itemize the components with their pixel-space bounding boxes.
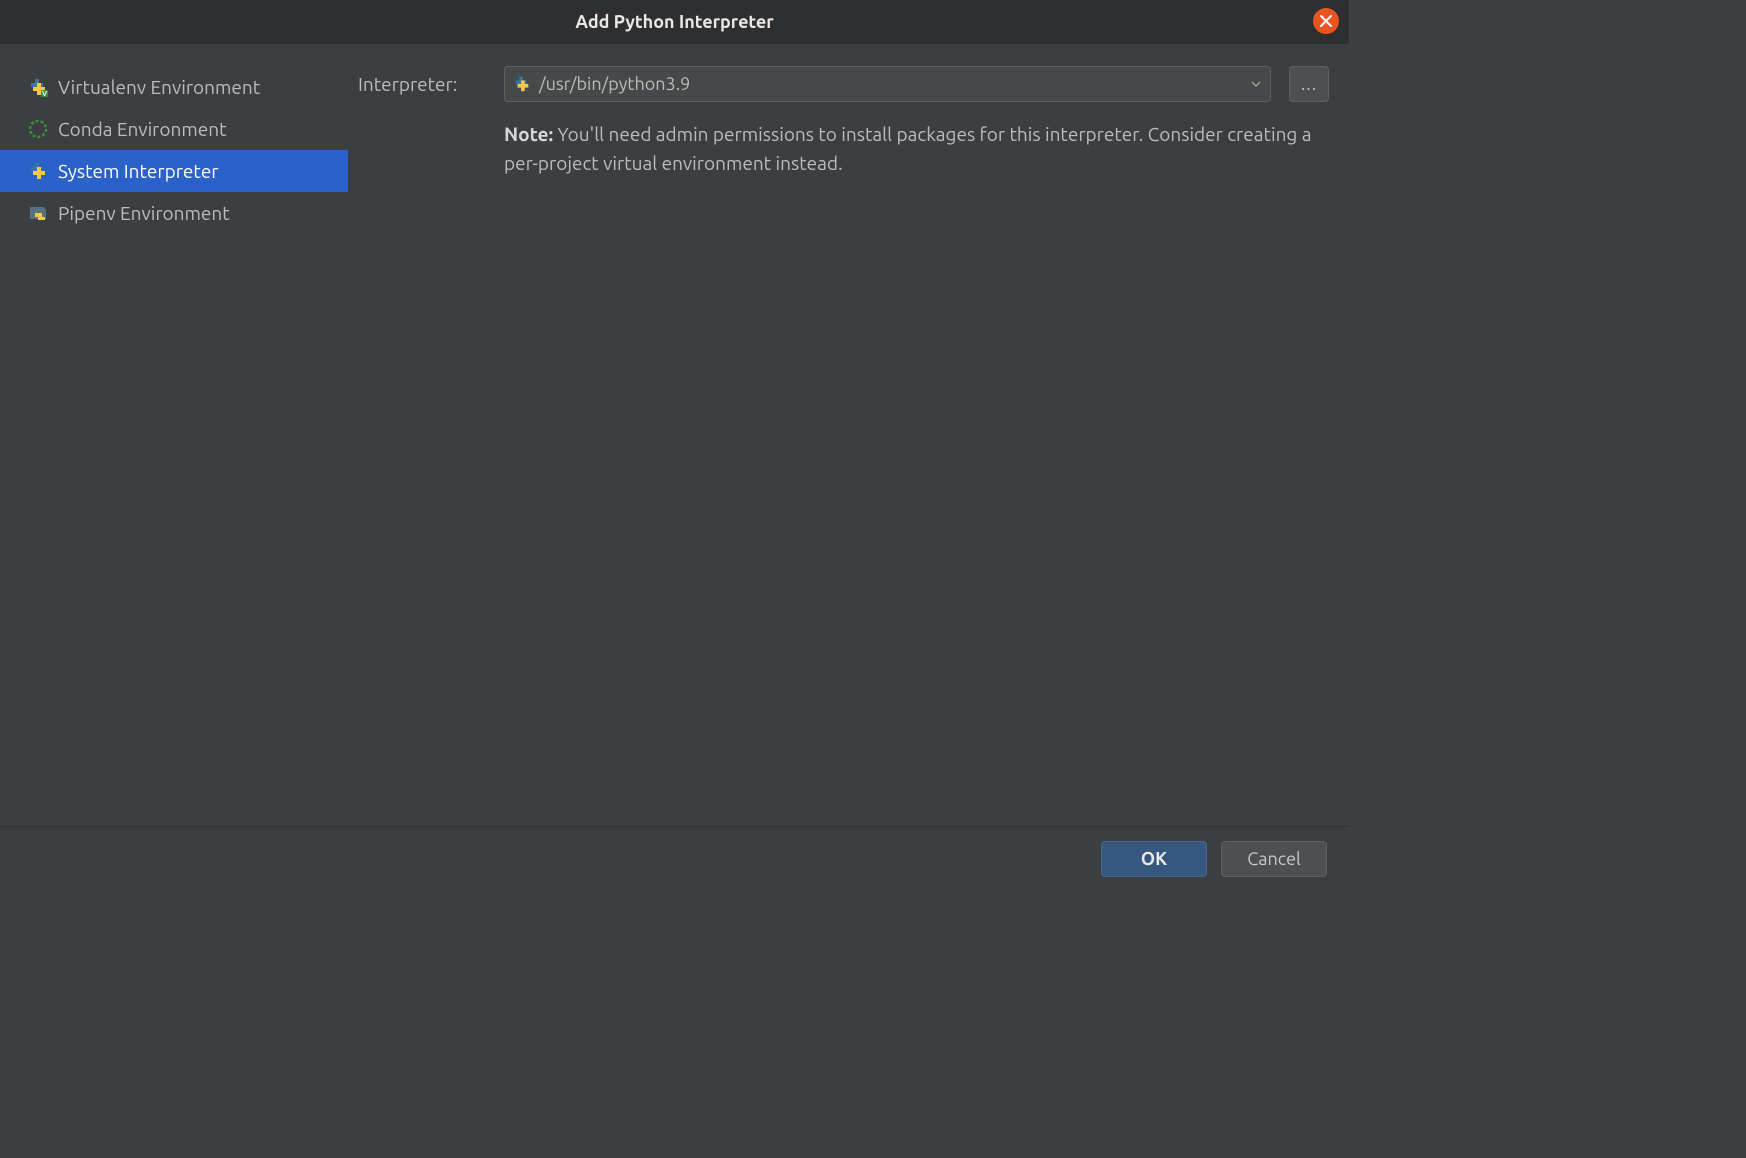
interpreter-row: Interpreter: /usr/bin/python3.9 ...: [358, 66, 1329, 102]
cancel-button[interactable]: Cancel: [1221, 841, 1327, 877]
close-icon: [1320, 12, 1332, 31]
sidebar-item-label: Conda Environment: [58, 118, 227, 140]
note-label: Note:: [504, 123, 553, 145]
sidebar-item-virtualenv[interactable]: V Virtualenv Environment: [0, 66, 348, 108]
note-text: Note: You'll need admin permissions to i…: [358, 120, 1329, 179]
sidebar-item-label: Pipenv Environment: [58, 202, 230, 224]
svg-text:V: V: [42, 90, 47, 97]
sidebar-item-label: Virtualenv Environment: [58, 76, 260, 98]
ok-button[interactable]: OK: [1101, 841, 1207, 877]
sidebar-item-system-interpreter[interactable]: System Interpreter: [0, 150, 348, 192]
python-icon: [513, 75, 531, 93]
close-button[interactable]: [1313, 8, 1339, 34]
interpreter-value: /usr/bin/python3.9: [539, 74, 690, 94]
dialog-footer: OK Cancel: [0, 826, 1349, 890]
python-venv-icon: V: [28, 77, 48, 97]
interpreter-label: Interpreter:: [358, 73, 486, 95]
window-title: Add Python Interpreter: [575, 12, 773, 32]
pipenv-icon: [28, 203, 48, 223]
note-body: You'll need admin permissions to install…: [504, 123, 1311, 174]
dialog-content: V Virtualenv Environment Conda Environme…: [0, 44, 1349, 826]
main-panel: Interpreter: /usr/bin/python3.9 ...: [348, 44, 1349, 826]
chevron-down-icon: [1250, 74, 1262, 94]
sidebar-item-conda[interactable]: Conda Environment: [0, 108, 348, 150]
sidebar: V Virtualenv Environment Conda Environme…: [0, 44, 348, 826]
dialog-window: Add Python Interpreter V Virtualenv Envi…: [0, 0, 1349, 890]
sidebar-item-pipenv[interactable]: Pipenv Environment: [0, 192, 348, 234]
sidebar-item-label: System Interpreter: [58, 160, 219, 182]
interpreter-combobox[interactable]: /usr/bin/python3.9: [504, 66, 1271, 102]
conda-icon: [28, 119, 48, 139]
ellipsis-icon: ...: [1301, 74, 1317, 94]
python-icon: [28, 161, 48, 181]
titlebar: Add Python Interpreter: [0, 0, 1349, 44]
browse-button[interactable]: ...: [1289, 66, 1329, 102]
cancel-button-label: Cancel: [1247, 849, 1301, 869]
ok-button-label: OK: [1141, 849, 1167, 869]
